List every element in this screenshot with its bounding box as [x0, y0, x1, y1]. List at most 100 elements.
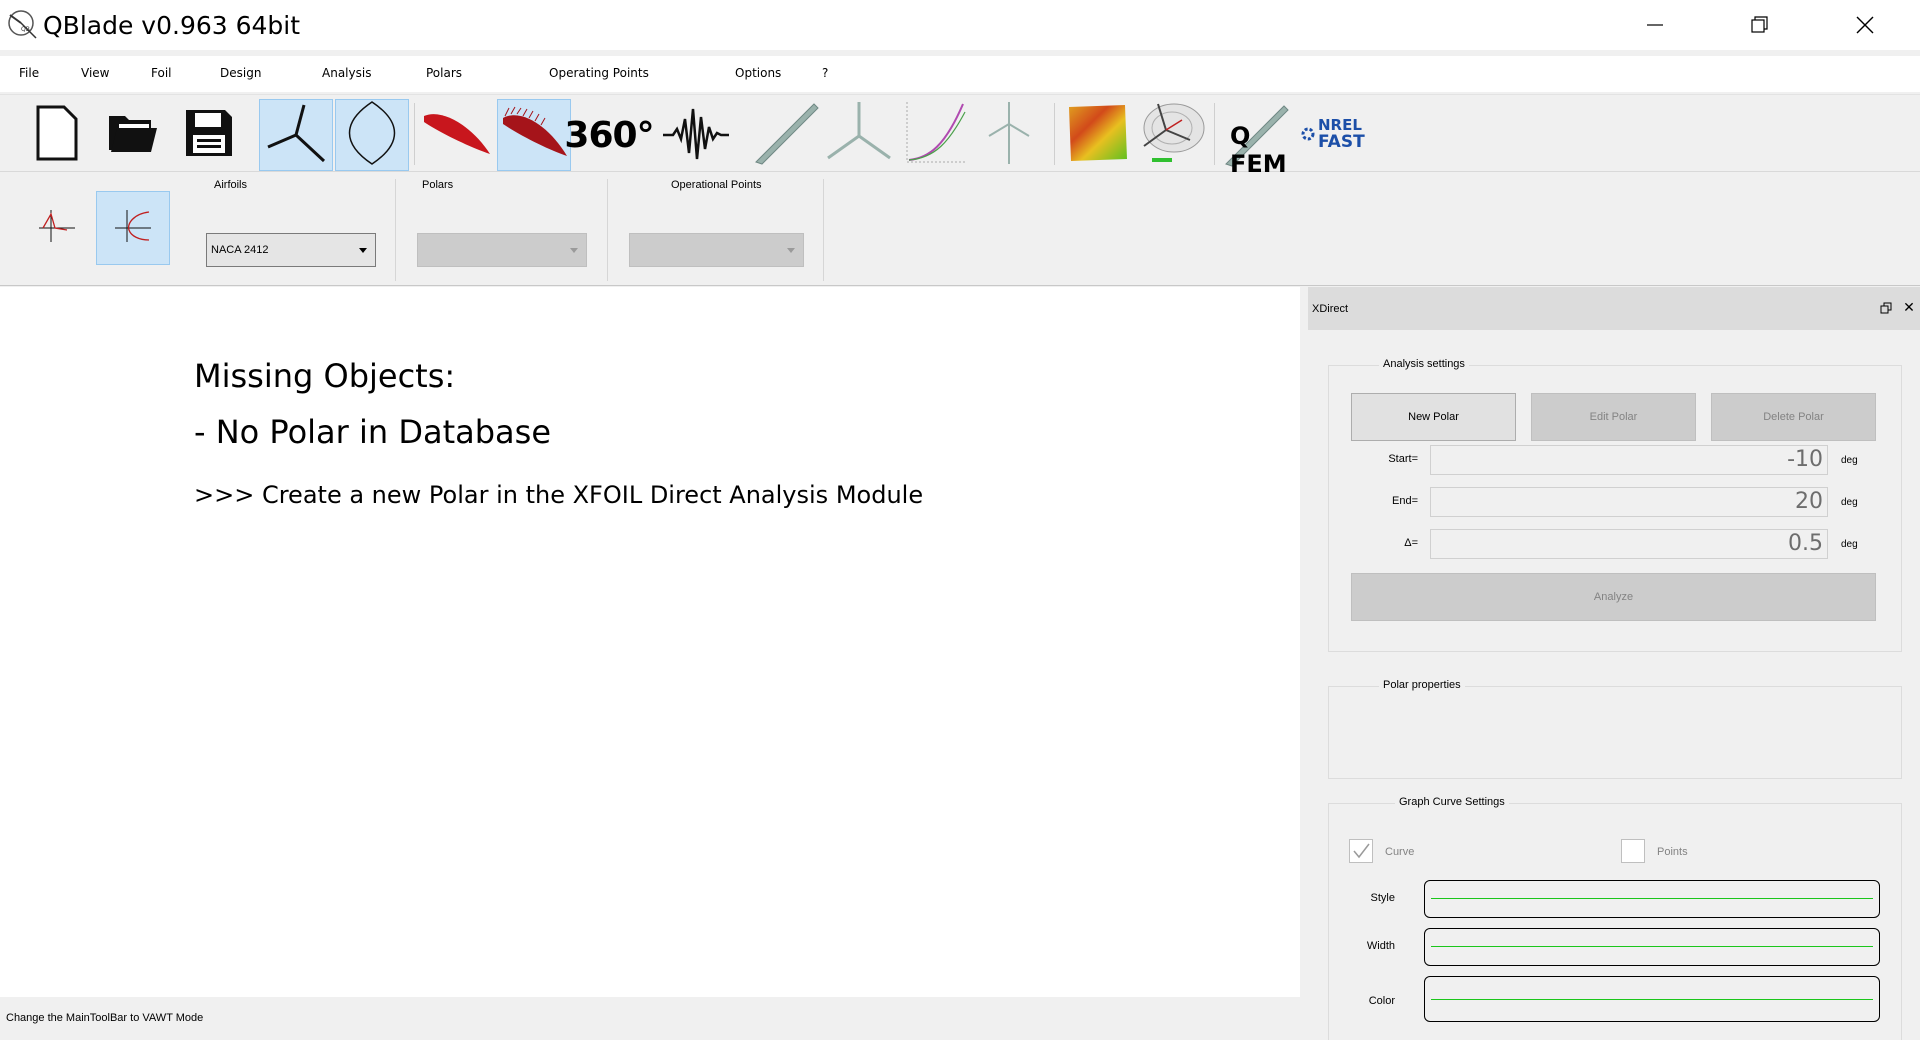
- airfoil-design-button[interactable]: [420, 99, 494, 171]
- dock-header: XDirect ✕: [1308, 287, 1920, 330]
- window-title: QBlade v0.963 64bit: [43, 11, 301, 40]
- qblade-logo-icon: QB: [6, 8, 40, 42]
- xfoil-direct-analysis-button[interactable]: [497, 99, 571, 171]
- rotor-design-button[interactable]: [822, 99, 896, 171]
- nrel-fast-logo-icon: NREL FAST: [1296, 110, 1370, 160]
- status-bar: Change the MainToolBar to VAWT Mode: [0, 1000, 1300, 1040]
- missing-objects-heading: Missing Objects:: [194, 357, 456, 395]
- toolbar-separator: [414, 103, 415, 165]
- menu-help[interactable]: ?: [822, 66, 828, 80]
- analysis-settings-title: Analysis settings: [1379, 358, 1469, 370]
- chevron-down-icon: [359, 248, 367, 253]
- close-button[interactable]: [1830, 0, 1900, 50]
- start-label: Start=: [1388, 453, 1418, 465]
- status-text: Change the MainToolBar to VAWT Mode: [6, 1012, 204, 1024]
- width-label: Width: [1366, 940, 1395, 952]
- unsteady-simulation-button[interactable]: [1136, 99, 1210, 171]
- blade-icon: [750, 100, 820, 171]
- graph-canvas[interactable]: Missing Objects: - No Polar in Database …: [0, 287, 1300, 997]
- graph-curve-settings-title: Graph Curve Settings: [1395, 796, 1509, 808]
- polar-view-button[interactable]: [96, 191, 170, 265]
- menu-analysis[interactable]: Analysis: [322, 66, 371, 80]
- polars-group-label: Polars: [422, 179, 454, 191]
- new-file-button[interactable]: [20, 99, 94, 171]
- polar-select[interactable]: [417, 233, 587, 267]
- oppoint-view-button[interactable]: [20, 191, 94, 265]
- airfoil-select[interactable]: NACA 2412: [206, 233, 376, 267]
- new-polar-button[interactable]: New Polar: [1351, 393, 1516, 441]
- oppoint-select[interactable]: [629, 233, 804, 267]
- bem-simulation-button[interactable]: [897, 99, 971, 171]
- toolbar-separator: [1054, 103, 1055, 165]
- three-blade-rotor-icon: [824, 100, 894, 171]
- polar-properties-group: Polar properties: [1328, 679, 1902, 779]
- polars-group: Polars: [396, 179, 608, 281]
- points-checkbox-label: Points: [1657, 846, 1688, 858]
- main-toolbar: 360° Q FEM NREL FAST: [0, 94, 1920, 178]
- operational-points-group: Operational Points: [608, 179, 824, 281]
- rotor-wake-icon: [1138, 100, 1208, 171]
- power-curve-icon: [899, 100, 969, 171]
- airfoils-group: Airfoils NACA 2412: [184, 179, 396, 281]
- xdirect-dock: XDirect ✕ Analysis settings New Polar Ed…: [1308, 287, 1920, 1040]
- menu-options[interactable]: Options: [735, 66, 781, 80]
- menu-view[interactable]: View: [81, 66, 109, 80]
- delta-unit: deg: [1841, 539, 1858, 550]
- line-color-button[interactable]: [1424, 976, 1880, 1022]
- wind-field-button[interactable]: [1060, 99, 1134, 171]
- fast-label: FAST: [1318, 132, 1365, 152]
- airfoil-red-icon: [422, 108, 492, 163]
- open-folder-icon: [107, 110, 159, 161]
- style-label: Style: [1370, 892, 1395, 904]
- line-width-button[interactable]: [1424, 928, 1880, 966]
- qfem-button[interactable]: Q FEM: [1220, 99, 1294, 178]
- end-label: End=: [1392, 495, 1418, 507]
- turbulent-wind-button[interactable]: [659, 99, 733, 171]
- restore-button[interactable]: [1725, 0, 1795, 50]
- graph-curve-settings-group: Graph Curve Settings Curve Points Style …: [1328, 796, 1902, 1040]
- blade-design-button[interactable]: [748, 99, 822, 171]
- close-dock-icon[interactable]: ✕: [1902, 300, 1916, 314]
- dock-title: XDirect: [1312, 303, 1349, 315]
- line-style-preview: [1431, 898, 1873, 899]
- toolbar-separator: [1214, 103, 1215, 165]
- create-polar-hint: >>> Create a new Polar in the XFOIL Dire…: [194, 481, 924, 509]
- start-angle-input[interactable]: -10: [1430, 445, 1828, 475]
- delete-polar-button[interactable]: Delete Polar: [1711, 393, 1876, 441]
- delta-label: Δ=: [1404, 537, 1418, 549]
- minimize-button[interactable]: [1620, 0, 1690, 50]
- menu-foil[interactable]: Foil: [151, 66, 171, 80]
- xdirect-toolbar: Airfoils NACA 2412 Polars Operational Po…: [0, 173, 1920, 286]
- analysis-settings-group: Analysis settings New Polar Edit Polar D…: [1328, 358, 1902, 652]
- line-width-preview: [1431, 946, 1873, 947]
- menu-operating-points[interactable]: Operating Points: [549, 66, 649, 80]
- end-angle-input[interactable]: 20: [1430, 487, 1828, 517]
- float-dock-icon[interactable]: [1880, 301, 1894, 315]
- curve-checkbox[interactable]: [1349, 839, 1373, 863]
- line-style-button[interactable]: [1424, 880, 1880, 918]
- wind-turbine-icon: [979, 100, 1039, 171]
- menu-polars[interactable]: Polars: [426, 66, 462, 80]
- waveform-icon: [661, 105, 731, 166]
- hawt-rotor-icon: [266, 103, 326, 168]
- title-bar: QB QBlade v0.963 64bit: [0, 0, 1920, 50]
- save-file-button[interactable]: [172, 99, 246, 171]
- chevron-down-icon: [787, 248, 795, 253]
- vawt-mode-button[interactable]: [335, 99, 409, 171]
- oppoint-view-icon: [37, 206, 77, 251]
- points-checkbox[interactable]: [1621, 839, 1645, 863]
- no-polar-message: - No Polar in Database: [194, 413, 551, 451]
- delta-angle-input[interactable]: 0.5: [1430, 529, 1828, 559]
- edit-polar-button[interactable]: Edit Polar: [1531, 393, 1696, 441]
- hawt-mode-button[interactable]: [259, 99, 333, 171]
- polar-360-button[interactable]: 360°: [564, 99, 654, 171]
- nrel-fast-button[interactable]: NREL FAST: [1296, 99, 1370, 171]
- qfem-label: Q FEM: [1230, 122, 1287, 178]
- menu-bar: File View Foil Design Analysis Polars Op…: [0, 56, 1920, 92]
- curve-checkbox-label: Curve: [1385, 846, 1415, 858]
- turbine-definition-button[interactable]: [972, 99, 1046, 171]
- menu-file[interactable]: File: [19, 66, 39, 80]
- menu-design[interactable]: Design: [220, 66, 261, 80]
- open-file-button[interactable]: [96, 99, 170, 171]
- analyze-button[interactable]: Analyze: [1351, 573, 1876, 621]
